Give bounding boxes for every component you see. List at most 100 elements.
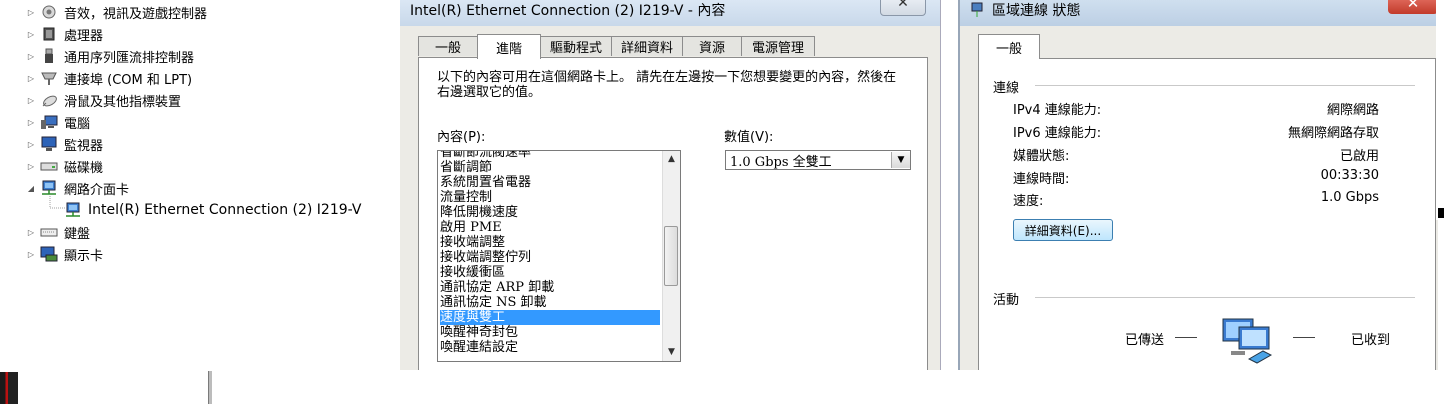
close-icon: ✕ [897, 0, 909, 11]
tab-advanced[interactable]: 進階 [477, 34, 541, 59]
tab-driver[interactable]: 驅動程式 [540, 36, 612, 56]
display-adapter-icon [40, 246, 58, 262]
list-item[interactable]: 通訊協定 ARP 卸載 [440, 280, 660, 295]
speaker-icon [40, 4, 58, 20]
expand-arrow-icon[interactable]: ▷ [26, 30, 36, 39]
tab-resources[interactable]: 資源 [682, 36, 742, 56]
details-button[interactable]: 詳細資料(E)... [1013, 219, 1113, 241]
close-button[interactable]: ✕ [880, 0, 926, 16]
connection-status-dialog: 區域連線 狀態 ✕ 一般 連線 IPv4 連線能力: 網際網路 IPv6 連線能… [958, 0, 1438, 378]
speed-label: 速度: [1013, 194, 1044, 209]
duration-value: 00:33:30 [1320, 168, 1379, 183]
tree-item-label: 滑鼠及其他指標裝置 [64, 94, 182, 110]
value-label: 數值(V): [724, 130, 774, 145]
tree-item-label: 連接埠 (COM 和 LPT) [64, 72, 193, 88]
tree-item-label: 顯示卡 [64, 248, 104, 264]
dash [1175, 337, 1197, 338]
mouse-icon [40, 92, 58, 108]
ipv6-label: IPv6 連線能力: [1013, 126, 1102, 141]
tab-bar: 一般 進階 驅動程式 詳細資料 資源 電源管理 [418, 34, 918, 59]
ipv4-label: IPv4 連線能力: [1013, 103, 1102, 118]
tab-details[interactable]: 詳細資料 [611, 36, 683, 56]
monitor-icon [40, 136, 58, 152]
list-item[interactable]: 接收端調整 [440, 235, 660, 250]
tab-general[interactable]: 一般 [418, 36, 478, 56]
tree-item-disk[interactable]: ▷ 磁碟機 [26, 155, 103, 177]
property-list[interactable]: 省斷節流閥速率 省斷調節 系統閒置省電器 流量控制 降低開機速度 啟用 PME … [437, 150, 681, 362]
tree-item-network[interactable]: ◢ 網路介面卡 [26, 177, 129, 199]
list-item[interactable]: 喚醒神奇封包 [440, 325, 660, 340]
list-item[interactable]: 喚醒連結設定 [440, 340, 660, 355]
scrollbar-thumb[interactable] [664, 226, 678, 286]
value-dropdown[interactable]: 1.0 Gbps 全雙工 ▼ [725, 150, 911, 170]
list-item[interactable]: 流量控制 [440, 190, 660, 205]
expand-arrow-icon[interactable]: ▷ [26, 118, 36, 127]
splitter-handle[interactable] [208, 371, 212, 404]
expand-arrow-icon[interactable]: ▷ [26, 74, 36, 83]
tree-item-usb[interactable]: ▷ 通用序列匯流排控制器 [26, 45, 194, 67]
tree-item-keyboard[interactable]: ▷ 鍵盤 [26, 221, 90, 243]
chevron-down-icon[interactable]: ▼ [891, 152, 910, 168]
received-label: 已收到 [1351, 333, 1391, 348]
list-item-selected[interactable]: 速度與雙工 [440, 310, 660, 325]
dash [1293, 337, 1315, 338]
tree-item-label: 處理器 [64, 28, 104, 44]
scrollbar[interactable]: ▲ ▼ [662, 151, 680, 361]
list-item[interactable]: 省斷調節 [440, 160, 660, 175]
tree-item-mouse[interactable]: ▷ 滑鼠及其他指標裝置 [26, 89, 181, 111]
activity-heading: 活動 [993, 293, 1020, 308]
tree-item-ports[interactable]: ▷ 連接埠 (COM 和 LPT) [26, 67, 192, 89]
list-item[interactable]: 接收端調整佇列 [440, 250, 660, 265]
general-tab-panel: 連線 IPv4 連線能力: 網際網路 IPv6 連線能力: 無網際網路存取 媒體… [978, 58, 1436, 378]
dialog-title: Intel(R) Ethernet Connection (2) I219-V … [410, 3, 726, 19]
dropdown-value: 1.0 Gbps 全雙工 [730, 154, 832, 170]
list-item[interactable]: 降低開機速度 [440, 205, 660, 220]
list-item[interactable]: 省斷節流閥速率 [440, 151, 660, 160]
disk-drive-icon [40, 158, 58, 174]
tree-item-computer[interactable]: ▷ 電腦 [26, 111, 90, 133]
list-item[interactable]: 系統閒置省電器 [440, 175, 660, 190]
network-icon [970, 2, 984, 18]
scroll-up-icon[interactable]: ▲ [663, 151, 680, 168]
tree-item-label: 監視器 [64, 138, 104, 154]
window-edge-mark [1438, 208, 1444, 218]
collapse-arrow-icon[interactable]: ◢ [26, 184, 36, 193]
connection-heading: 連線 [993, 81, 1020, 96]
close-button[interactable]: ✕ [1388, 0, 1438, 14]
tree-item-label: 通用序列匯流排控制器 [64, 50, 195, 66]
media-state-value: 已啟用 [1339, 149, 1379, 164]
adapter-properties-dialog: Intel(R) Ethernet Connection (2) I219-V … [400, 0, 941, 377]
tree-item-processor[interactable]: ▷ 處理器 [26, 23, 103, 45]
expand-arrow-icon[interactable]: ▷ [26, 162, 36, 171]
expand-arrow-icon[interactable]: ▷ [26, 52, 36, 61]
speed-value: 1.0 Gbps [1320, 190, 1379, 205]
list-item[interactable]: 通訊協定 NS 卸載 [440, 295, 660, 310]
tree-item-label: 鍵盤 [64, 226, 91, 242]
scroll-down-icon[interactable]: ▼ [663, 344, 680, 361]
expand-arrow-icon[interactable]: ▷ [26, 96, 36, 105]
list-item[interactable]: 接收緩衝區 [440, 265, 660, 280]
divider [1035, 297, 1415, 298]
list-item[interactable]: 啟用 PME [440, 220, 660, 235]
tree-item-sound[interactable]: ▷ 音效，視訊及遊戲控制器 [26, 1, 207, 23]
ipv4-value: 網際網路 [1326, 103, 1379, 118]
expand-arrow-icon[interactable]: ▷ [26, 8, 36, 17]
device-tree: ▷ 音效，視訊及遊戲控制器 ▷ 處理器 ▷ 通用序列匯流排控制器 ▷ 連接埠 (… [0, 0, 400, 370]
tree-item-display[interactable]: ▷ 顯示卡 [26, 243, 103, 265]
expand-arrow-icon[interactable]: ▷ [26, 228, 36, 237]
network-activity-icon [1219, 315, 1275, 367]
computer-icon [40, 114, 58, 130]
tab-general[interactable]: 一般 [978, 34, 1040, 59]
dialog-title: 區域連線 狀態 [992, 3, 1081, 19]
duration-label: 連線時間: [1013, 172, 1070, 187]
tree-item-monitor[interactable]: ▷ 監視器 [26, 133, 103, 155]
expand-arrow-icon[interactable]: ▷ [26, 140, 36, 149]
advanced-tab-panel: 以下的內容可用在這個網路卡上。 請先在左邊按一下您想要變更的內容，然後在右邊選取… [418, 57, 928, 377]
media-state-label: 媒體狀態: [1013, 149, 1070, 164]
tree-connector-line [49, 196, 66, 209]
tree-item-ethernet-adapter[interactable]: Intel(R) Ethernet Connection (2) I219-V [64, 199, 361, 221]
tree-item-label: 電腦 [64, 116, 91, 132]
expand-arrow-icon[interactable]: ▷ [26, 250, 36, 259]
usb-icon [40, 48, 58, 64]
tab-power-management[interactable]: 電源管理 [741, 36, 815, 56]
